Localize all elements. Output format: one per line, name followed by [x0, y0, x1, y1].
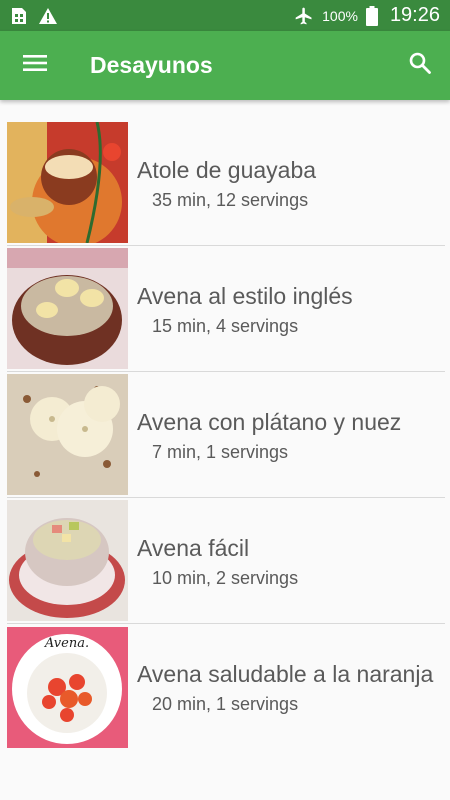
- clock: 19:26: [389, 4, 440, 26]
- status-bar: 100% 19:26: [0, 0, 450, 31]
- recipe-title: Avena con plátano y nuez: [137, 408, 402, 435]
- airplane-icon: [294, 6, 314, 26]
- list-item[interactable]: Avena con plátano y nuez 7 min, 1 servin…: [7, 372, 445, 498]
- recipe-meta: 20 min, 1 servings: [152, 694, 299, 714]
- search-button[interactable]: [390, 31, 450, 100]
- hamburger-menu-icon: [22, 53, 48, 78]
- menu-button[interactable]: [0, 31, 70, 100]
- sim-icon: [10, 7, 28, 25]
- recipe-meta: 10 min, 2 servings: [152, 567, 299, 588]
- search-icon: [408, 51, 432, 80]
- warning-icon: [38, 7, 58, 25]
- recipe-title: Avena al estilo inglés: [137, 282, 353, 309]
- recipe-list: Atole de guayaba 35 min, 12 servings Ave…: [7, 120, 445, 750]
- recipe-thumbnail: [7, 248, 128, 369]
- app-bar: Desayunos: [0, 31, 450, 100]
- battery-icon: [365, 5, 378, 26]
- recipe-thumbnail: [7, 374, 128, 495]
- recipe-meta: 35 min, 12 servings: [152, 189, 309, 210]
- recipe-meta: 7 min, 1 servings: [152, 441, 289, 462]
- list-item[interactable]: Atole de guayaba 35 min, 12 servings: [7, 120, 445, 246]
- recipe-meta: 15 min, 4 servings: [152, 315, 299, 336]
- recipe-thumbnail: [7, 500, 128, 621]
- recipe-thumbnail: Avena.: [7, 626, 128, 748]
- list-item[interactable]: Avena fácil 10 min, 2 servings: [7, 498, 445, 624]
- battery-percent: 100%: [322, 7, 358, 24]
- page-title: Desayunos: [90, 52, 213, 78]
- recipe-title: Avena saludable a la naranja: [137, 661, 434, 687]
- recipe-title: Avena fácil: [137, 534, 250, 561]
- recipe-thumbnail: [7, 122, 128, 243]
- list-item[interactable]: Avena. Avena saludable a la naranja 20 m…: [7, 624, 445, 750]
- recipe-title: Atole de guayaba: [137, 156, 317, 183]
- svg-text:Avena.: Avena.: [44, 636, 89, 651]
- list-item[interactable]: Avena al estilo inglés 15 min, 4 serving…: [7, 246, 445, 372]
